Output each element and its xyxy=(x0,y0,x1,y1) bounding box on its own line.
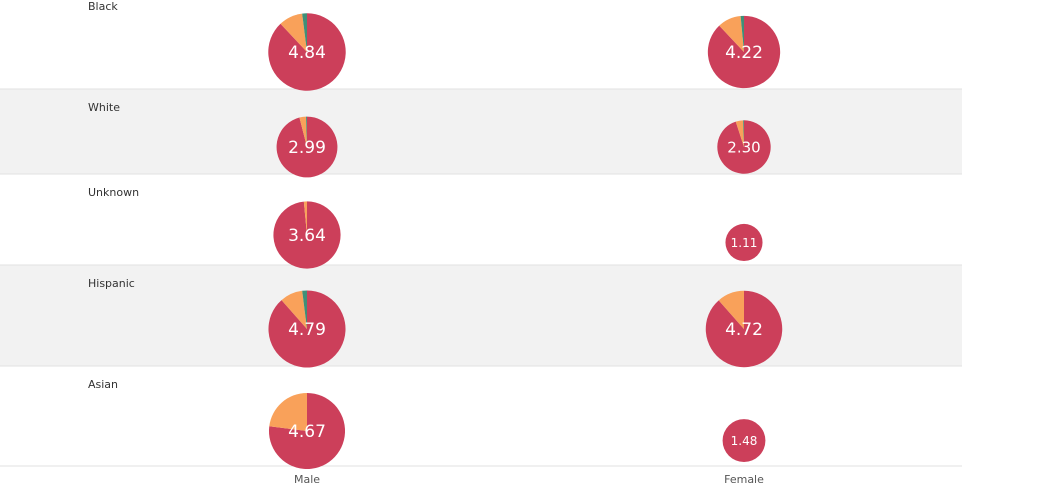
pie-white-female[interactable]: 2.30 xyxy=(717,120,771,174)
row-label-white: White xyxy=(88,101,120,114)
row-band xyxy=(0,265,962,366)
pie-value-label: 2.99 xyxy=(288,138,326,158)
pie-value-label: 1.11 xyxy=(731,236,758,250)
pie-value-label: 3.64 xyxy=(288,226,326,246)
pie-asian-male[interactable]: 4.67 xyxy=(268,392,346,470)
pie-asian-female[interactable]: 1.48 xyxy=(722,419,766,462)
pie-value-label: 4.67 xyxy=(288,422,326,442)
column-label-male: Male xyxy=(294,473,320,486)
pie-hispanic-male[interactable]: 4.79 xyxy=(268,290,346,368)
row-band xyxy=(0,89,962,174)
pie-black-female[interactable]: 4.22 xyxy=(707,15,781,89)
pie-grid-chart: Black White Unknown Hispanic Asian 4.84 4.22 2… xyxy=(0,0,962,486)
row-label-black: Black xyxy=(88,0,118,13)
column-label-female: Female xyxy=(724,473,764,486)
pie-unknown-male[interactable]: 3.64 xyxy=(273,201,341,269)
pie-black-male[interactable]: 4.84 xyxy=(268,13,346,91)
pie-value-label: 2.30 xyxy=(727,138,760,156)
row-label-unknown: Unknown xyxy=(88,186,139,199)
pie-value-label: 4.84 xyxy=(288,43,326,63)
pie-value-label: 4.79 xyxy=(288,320,326,340)
pie-value-label: 4.22 xyxy=(725,43,763,63)
pie-white-male[interactable]: 2.99 xyxy=(276,116,338,178)
pie-hispanic-female[interactable]: 4.72 xyxy=(705,290,783,368)
pie-unknown-female[interactable]: 1.11 xyxy=(725,223,763,261)
row-label-hispanic: Hispanic xyxy=(88,277,135,290)
pie-value-label: 1.48 xyxy=(731,434,758,448)
pie-value-label: 4.72 xyxy=(725,320,763,340)
row-label-asian: Asian xyxy=(88,378,118,391)
